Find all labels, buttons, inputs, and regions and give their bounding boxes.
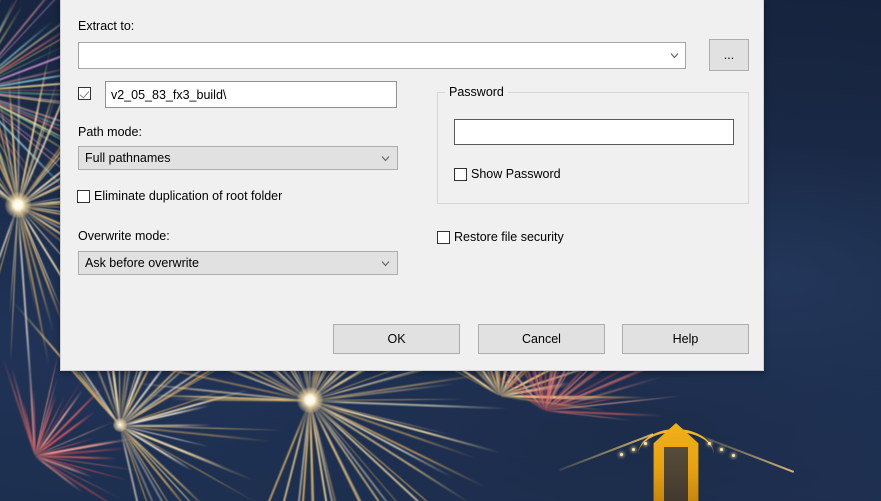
path-mode-label: Path mode: xyxy=(78,125,142,139)
extract-path-dropdown-arrow[interactable] xyxy=(663,43,685,68)
bridge-light-3 xyxy=(644,442,647,445)
extract-to-label: Extract to: xyxy=(78,19,134,33)
restore-file-security-label: Restore file security xyxy=(454,230,564,244)
restore-file-security-checkbox[interactable] xyxy=(437,231,450,244)
bridge-light-5 xyxy=(720,448,723,451)
chevron-down-icon xyxy=(670,51,679,60)
bridge-light-1 xyxy=(620,453,623,456)
show-password-row[interactable]: Show Password xyxy=(454,167,561,181)
extract-path-combobox[interactable] xyxy=(78,42,686,69)
overwrite-mode-label: Overwrite mode: xyxy=(78,229,170,243)
desktop-screen: Extract to: ... v2_05_83_fx3_build\ Path… xyxy=(0,0,881,501)
password-input[interactable] xyxy=(454,119,734,145)
password-groupbox-title: Password xyxy=(445,85,508,99)
bridge-light-6 xyxy=(732,454,735,457)
path-mode-dropdown-arrow[interactable] xyxy=(373,147,397,169)
cancel-button[interactable]: Cancel xyxy=(478,324,605,354)
bridge-silhouette xyxy=(600,381,800,501)
eliminate-duplication-row[interactable]: Eliminate duplication of root folder xyxy=(77,189,282,203)
password-groupbox: Password Show Password xyxy=(437,92,749,204)
show-password-label: Show Password xyxy=(471,167,561,181)
overwrite-mode-value: Ask before overwrite xyxy=(79,256,373,270)
overwrite-mode-dropdown-arrow[interactable] xyxy=(373,252,397,274)
ok-button[interactable]: OK xyxy=(333,324,460,354)
show-password-checkbox[interactable] xyxy=(454,168,467,181)
chevron-down-icon xyxy=(381,154,390,163)
extraction-path-dialog: Extract to: ... v2_05_83_fx3_build\ Path… xyxy=(60,0,764,371)
eliminate-duplication-label: Eliminate duplication of root folder xyxy=(94,189,282,203)
restore-file-security-row[interactable]: Restore file security xyxy=(437,230,564,244)
overwrite-mode-dropdown[interactable]: Ask before overwrite xyxy=(78,251,398,275)
bridge-cable-right xyxy=(700,435,794,473)
path-mode-value: Full pathnames xyxy=(79,151,373,165)
chevron-down-icon xyxy=(381,259,390,268)
help-button[interactable]: Help xyxy=(622,324,749,354)
browse-button[interactable]: ... xyxy=(709,39,749,71)
append-subfolder-checkbox[interactable] xyxy=(78,87,91,100)
bridge-light-4 xyxy=(708,442,711,445)
path-mode-dropdown[interactable]: Full pathnames xyxy=(78,146,398,170)
bridge-light-2 xyxy=(632,448,635,451)
subfolder-name-input[interactable]: v2_05_83_fx3_build\ xyxy=(105,81,397,108)
append-subfolder-checkbox-row[interactable] xyxy=(78,87,91,100)
eliminate-duplication-checkbox[interactable] xyxy=(77,190,90,203)
